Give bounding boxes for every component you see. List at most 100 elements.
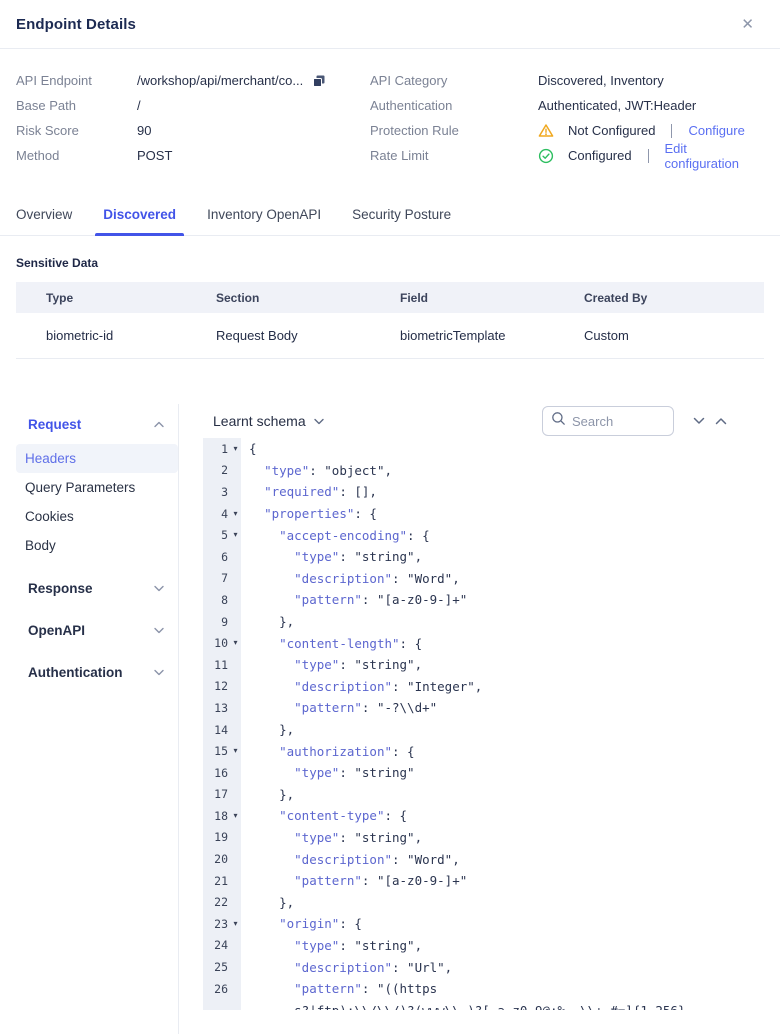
fold-toggle-icon[interactable]: ▾: [230, 812, 241, 820]
json-token: s?|ftp):\\/\\/)?(www\\.)?[-a-z0-9@:%._\\…: [249, 1003, 686, 1010]
table-cell: biometric-id: [16, 328, 216, 343]
fold-toggle-icon[interactable]: ▾: [230, 445, 241, 453]
endpoint-details-modal: Endpoint Details ✕ API Endpoint/workshop…: [0, 0, 780, 1034]
json-key: "description": [294, 679, 392, 694]
sidebar-group-label: Request: [28, 417, 81, 432]
line-number: 7: [203, 571, 230, 585]
detail-label: Authentication: [370, 98, 538, 113]
detail-value-text: Discovered, Inventory: [538, 73, 664, 88]
detail-label: Base Path: [16, 98, 137, 113]
code-gutter: 5▾: [203, 524, 241, 546]
detail-row-rate-limit: Rate LimitConfiguredEdit configuration: [370, 143, 756, 168]
code-text: "pattern": "[a-z0-9-]+": [241, 870, 467, 892]
json-key: "properties": [264, 506, 354, 521]
code-line: 9 },: [203, 611, 780, 633]
detail-value-text: /workshop/api/merchant/co...: [137, 73, 303, 88]
schema-search[interactable]: [542, 406, 674, 436]
edit-configuration-link[interactable]: Edit configuration: [665, 141, 756, 171]
code-line: 18▾ "content-type": {: [203, 805, 780, 827]
code-text: },: [241, 784, 294, 806]
fold-toggle-icon[interactable]: ▾: [230, 747, 241, 755]
json-token: [249, 506, 264, 521]
json-token: : "Url",: [392, 960, 452, 975]
code-text: "content-type": {: [241, 805, 407, 827]
json-token: : "Word",: [392, 852, 460, 867]
configure-link[interactable]: Configure: [688, 123, 744, 138]
sidebar-item-headers[interactable]: Headers: [16, 444, 178, 473]
code-text: "description": "Integer",: [241, 676, 482, 698]
sidebar-item-cookies[interactable]: Cookies: [16, 502, 178, 531]
sensitive-data-section: Sensitive Data TypeSectionFieldCreated B…: [0, 236, 780, 360]
json-token: : {: [339, 916, 362, 931]
chevron-down-icon: [154, 627, 164, 634]
json-key: "accept-encoding": [279, 528, 407, 543]
json-key: "type": [294, 765, 339, 780]
divider: [648, 149, 649, 163]
sidebar-group-openapi[interactable]: OpenAPI: [16, 616, 178, 644]
json-key: "pattern": [294, 873, 362, 888]
code-gutter: 15▾: [203, 740, 241, 762]
code-line: 1▾{: [203, 438, 780, 460]
json-token: : "Word",: [392, 571, 460, 586]
json-token: : {: [407, 528, 430, 543]
json-token: [249, 549, 294, 564]
code-gutter: 7: [203, 568, 241, 590]
json-key: "description": [294, 960, 392, 975]
code-line: 13 "pattern": "-?\\d+": [203, 697, 780, 719]
close-icon[interactable]: ✕: [741, 17, 754, 32]
sidebar-group-items: HeadersQuery ParametersCookiesBody: [0, 444, 178, 560]
code-line: 17 },: [203, 784, 780, 806]
json-token: [249, 636, 279, 651]
detail-value: Discovered, Inventory: [538, 73, 664, 88]
json-token: [249, 938, 294, 953]
json-key: "required": [264, 484, 339, 499]
schema-source-select[interactable]: Learnt schema: [213, 413, 324, 429]
schema-code-viewer[interactable]: 1▾{2 "type": "object",3 "required": [],4…: [203, 438, 780, 1010]
column-header: Created By: [584, 291, 764, 305]
summary-right-column: API CategoryDiscovered, InventoryAuthent…: [370, 68, 756, 168]
json-token: [249, 463, 264, 478]
code-gutter: [203, 999, 241, 1010]
copy-icon[interactable]: [312, 74, 326, 88]
json-token: [249, 830, 294, 845]
sidebar-item-query-parameters[interactable]: Query Parameters: [16, 473, 178, 502]
detail-label: Method: [16, 148, 137, 163]
sidebar-group-request[interactable]: Request: [16, 410, 178, 438]
code-line: 6 "type": "string",: [203, 546, 780, 568]
sidebar-group-authentication[interactable]: Authentication: [16, 658, 178, 686]
json-token: {: [249, 441, 257, 456]
json-token: [249, 744, 279, 759]
detail-value-text: 90: [137, 123, 151, 138]
divider: [671, 124, 672, 138]
tab-inventory-openapi[interactable]: Inventory OpenAPI: [207, 207, 321, 235]
code-text: "pattern": "-?\\d+": [241, 697, 437, 719]
tab-overview[interactable]: Overview: [16, 207, 72, 235]
detail-value-text: POST: [137, 148, 172, 163]
code-gutter: 8: [203, 589, 241, 611]
json-token: [249, 528, 279, 543]
chevron-down-icon: [154, 669, 164, 676]
detail-row-authentication: AuthenticationAuthenticated, JWT:Header: [370, 93, 756, 118]
expand-all-button[interactable]: [710, 410, 732, 432]
sidebar-group-response[interactable]: Response: [16, 574, 178, 602]
fold-toggle-icon[interactable]: ▾: [230, 510, 241, 518]
line-number: 4: [203, 507, 230, 521]
fold-toggle-icon[interactable]: ▾: [230, 920, 241, 928]
search-input[interactable]: [572, 414, 658, 429]
code-text: "content-length": {: [241, 632, 422, 654]
fold-toggle-icon[interactable]: ▾: [230, 639, 241, 647]
json-token: : "string",: [339, 938, 422, 953]
sensitive-data-table-header: TypeSectionFieldCreated By: [16, 282, 764, 313]
code-line: 3 "required": [],: [203, 481, 780, 503]
fold-toggle-icon[interactable]: ▾: [230, 531, 241, 539]
sidebar-item-body[interactable]: Body: [16, 531, 178, 560]
tab-discovered[interactable]: Discovered: [103, 207, 176, 235]
page-title: Endpoint Details: [16, 16, 136, 33]
code-text: "pattern": "[a-z0-9-]+": [241, 589, 467, 611]
tab-security-posture[interactable]: Security Posture: [352, 207, 451, 235]
status-text: Not Configured: [568, 123, 655, 138]
json-key: "type": [294, 549, 339, 564]
code-line: 21 "pattern": "[a-z0-9-]+": [203, 870, 780, 892]
collapse-all-button[interactable]: [688, 410, 710, 432]
detail-label: Risk Score: [16, 123, 137, 138]
